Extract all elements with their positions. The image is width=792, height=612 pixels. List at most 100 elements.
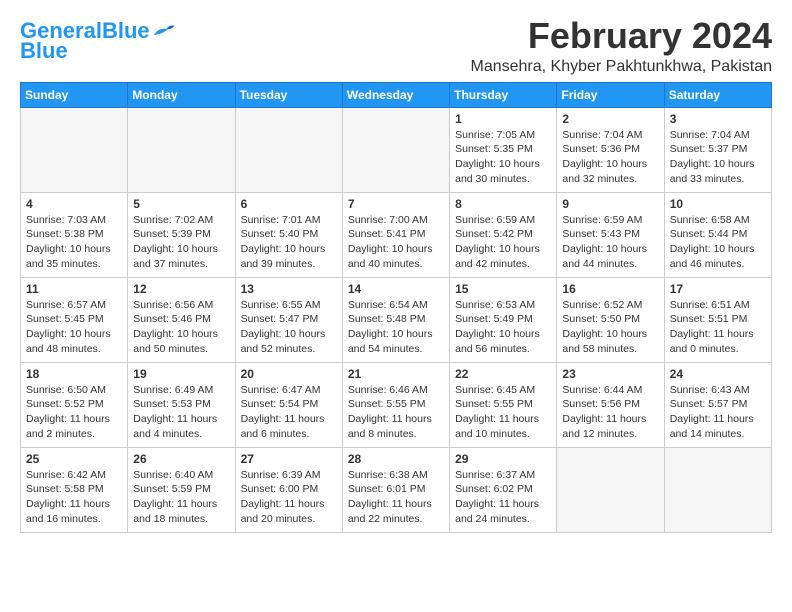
- calendar-cell: 10 Sunrise: 6:58 AMSunset: 5:44 PMDayligh…: [664, 192, 771, 277]
- day-number: 9: [562, 197, 658, 211]
- day-info: Sunrise: 6:59 AMSunset: 5:42 PMDaylight:…: [455, 213, 551, 272]
- day-info: Sunrise: 6:56 AMSunset: 5:46 PMDaylight:…: [133, 298, 229, 357]
- day-number: 27: [241, 452, 337, 466]
- calendar-cell: 18 Sunrise: 6:50 AMSunset: 5:52 PMDayligh…: [21, 362, 128, 447]
- weekday-header-friday: Friday: [557, 82, 664, 107]
- week-row-3: 11 Sunrise: 6:57 AMSunset: 5:45 PMDayligh…: [21, 277, 772, 362]
- calendar-cell: [342, 107, 449, 192]
- calendar-cell: 13 Sunrise: 6:55 AMSunset: 5:47 PMDayligh…: [235, 277, 342, 362]
- calendar-cell: 16 Sunrise: 6:52 AMSunset: 5:50 PMDayligh…: [557, 277, 664, 362]
- day-info: Sunrise: 6:51 AMSunset: 5:51 PMDaylight:…: [670, 298, 766, 357]
- day-info: Sunrise: 6:54 AMSunset: 5:48 PMDaylight:…: [348, 298, 444, 357]
- day-info: Sunrise: 7:05 AMSunset: 5:35 PMDaylight:…: [455, 128, 551, 187]
- day-number: 28: [348, 452, 444, 466]
- calendar-cell: 9 Sunrise: 6:59 AMSunset: 5:43 PMDaylight…: [557, 192, 664, 277]
- logo-bird-icon: [152, 20, 176, 42]
- day-info: Sunrise: 7:03 AMSunset: 5:38 PMDaylight:…: [26, 213, 122, 272]
- week-row-1: 1 Sunrise: 7:05 AMSunset: 5:35 PMDaylight…: [21, 107, 772, 192]
- weekday-header-monday: Monday: [128, 82, 235, 107]
- day-number: 14: [348, 282, 444, 296]
- calendar-cell: 3 Sunrise: 7:04 AMSunset: 5:37 PMDaylight…: [664, 107, 771, 192]
- calendar-cell: 24 Sunrise: 6:43 AMSunset: 5:57 PMDayligh…: [664, 362, 771, 447]
- day-number: 12: [133, 282, 229, 296]
- calendar-cell: 11 Sunrise: 6:57 AMSunset: 5:45 PMDayligh…: [21, 277, 128, 362]
- week-row-2: 4 Sunrise: 7:03 AMSunset: 5:38 PMDaylight…: [21, 192, 772, 277]
- day-number: 15: [455, 282, 551, 296]
- day-info: Sunrise: 6:39 AMSunset: 6:00 PMDaylight:…: [241, 468, 337, 527]
- day-info: Sunrise: 6:58 AMSunset: 5:44 PMDaylight:…: [670, 213, 766, 272]
- day-info: Sunrise: 6:59 AMSunset: 5:43 PMDaylight:…: [562, 213, 658, 272]
- calendar-cell: [664, 447, 771, 532]
- day-info: Sunrise: 6:46 AMSunset: 5:55 PMDaylight:…: [348, 383, 444, 442]
- weekday-header-saturday: Saturday: [664, 82, 771, 107]
- day-number: 16: [562, 282, 658, 296]
- calendar-cell: [128, 107, 235, 192]
- day-info: Sunrise: 6:49 AMSunset: 5:53 PMDaylight:…: [133, 383, 229, 442]
- day-number: 19: [133, 367, 229, 381]
- location-title: Mansehra, Khyber Pakhtunkhwa, Pakistan: [471, 58, 773, 76]
- day-info: Sunrise: 6:40 AMSunset: 5:59 PMDaylight:…: [133, 468, 229, 527]
- weekday-header-thursday: Thursday: [450, 82, 557, 107]
- page-header: GeneralBlue Blue February 2024 Mansehra,…: [20, 16, 772, 76]
- calendar-cell: 23Sunrise: 6:44 AMSunset: 5:56 PMDayligh…: [557, 362, 664, 447]
- calendar-cell: 28Sunrise: 6:38 AMSunset: 6:01 PMDayligh…: [342, 447, 449, 532]
- day-info: Sunrise: 6:53 AMSunset: 5:49 PMDaylight:…: [455, 298, 551, 357]
- day-number: 26: [133, 452, 229, 466]
- calendar-cell: 27 Sunrise: 6:39 AMSunset: 6:00 PMDayligh…: [235, 447, 342, 532]
- calendar-cell: 6Sunrise: 7:01 AMSunset: 5:40 PMDaylight…: [235, 192, 342, 277]
- day-info: Sunrise: 7:00 AMSunset: 5:41 PMDaylight:…: [348, 213, 444, 272]
- day-number: 24: [670, 367, 766, 381]
- day-info: Sunrise: 6:43 AMSunset: 5:57 PMDaylight:…: [670, 383, 766, 442]
- calendar-cell: 7 Sunrise: 7:00 AMSunset: 5:41 PMDaylight…: [342, 192, 449, 277]
- calendar-cell: 4 Sunrise: 7:03 AMSunset: 5:38 PMDaylight…: [21, 192, 128, 277]
- calendar-cell: 26 Sunrise: 6:40 AMSunset: 5:59 PMDayligh…: [128, 447, 235, 532]
- day-number: 6: [241, 197, 337, 211]
- day-number: 18: [26, 367, 122, 381]
- calendar-cell: 15 Sunrise: 6:53 AMSunset: 5:49 PMDayligh…: [450, 277, 557, 362]
- day-number: 13: [241, 282, 337, 296]
- weekday-header-wednesday: Wednesday: [342, 82, 449, 107]
- week-row-4: 18 Sunrise: 6:50 AMSunset: 5:52 PMDayligh…: [21, 362, 772, 447]
- calendar-cell: 8Sunrise: 6:59 AMSunset: 5:42 PMDaylight…: [450, 192, 557, 277]
- day-number: 29: [455, 452, 551, 466]
- day-info: Sunrise: 6:55 AMSunset: 5:47 PMDaylight:…: [241, 298, 337, 357]
- day-number: 22: [455, 367, 551, 381]
- day-info: Sunrise: 6:47 AMSunset: 5:54 PMDaylight:…: [241, 383, 337, 442]
- day-number: 2: [562, 112, 658, 126]
- calendar-cell: 2 Sunrise: 7:04 AMSunset: 5:36 PMDaylight…: [557, 107, 664, 192]
- calendar-cell: [557, 447, 664, 532]
- day-number: 4: [26, 197, 122, 211]
- day-info: Sunrise: 6:50 AMSunset: 5:52 PMDaylight:…: [26, 383, 122, 442]
- day-number: 10: [670, 197, 766, 211]
- calendar-cell: 19 Sunrise: 6:49 AMSunset: 5:53 PMDayligh…: [128, 362, 235, 447]
- day-info: Sunrise: 7:04 AMSunset: 5:36 PMDaylight:…: [562, 128, 658, 187]
- calendar-cell: 21 Sunrise: 6:46 AMSunset: 5:55 PMDayligh…: [342, 362, 449, 447]
- day-number: 17: [670, 282, 766, 296]
- calendar-cell: 29Sunrise: 6:37 AMSunset: 6:02 PMDayligh…: [450, 447, 557, 532]
- calendar-table: SundayMondayTuesdayWednesdayThursdayFrid…: [20, 82, 772, 533]
- calendar-cell: 17 Sunrise: 6:51 AMSunset: 5:51 PMDayligh…: [664, 277, 771, 362]
- week-row-5: 25 Sunrise: 6:42 AMSunset: 5:58 PMDayligh…: [21, 447, 772, 532]
- day-info: Sunrise: 6:42 AMSunset: 5:58 PMDaylight:…: [26, 468, 122, 527]
- day-number: 21: [348, 367, 444, 381]
- weekday-header-tuesday: Tuesday: [235, 82, 342, 107]
- calendar-cell: 5Sunrise: 7:02 AMSunset: 5:39 PMDaylight…: [128, 192, 235, 277]
- calendar-cell: 20 Sunrise: 6:47 AMSunset: 5:54 PMDayligh…: [235, 362, 342, 447]
- day-number: 11: [26, 282, 122, 296]
- title-block: February 2024 Mansehra, Khyber Pakhtunkh…: [471, 16, 773, 76]
- day-number: 5: [133, 197, 229, 211]
- day-info: Sunrise: 7:04 AMSunset: 5:37 PMDaylight:…: [670, 128, 766, 187]
- day-number: 20: [241, 367, 337, 381]
- day-number: 3: [670, 112, 766, 126]
- calendar-cell: 14 Sunrise: 6:54 AMSunset: 5:48 PMDayligh…: [342, 277, 449, 362]
- calendar-cell: 1 Sunrise: 7:05 AMSunset: 5:35 PMDaylight…: [450, 107, 557, 192]
- day-number: 1: [455, 112, 551, 126]
- day-info: Sunrise: 6:44 AMSunset: 5:56 PMDaylight:…: [562, 383, 658, 442]
- calendar-cell: [235, 107, 342, 192]
- day-number: 25: [26, 452, 122, 466]
- day-number: 7: [348, 197, 444, 211]
- day-info: Sunrise: 6:52 AMSunset: 5:50 PMDaylight:…: [562, 298, 658, 357]
- month-title: February 2024: [471, 16, 773, 56]
- day-info: Sunrise: 6:57 AMSunset: 5:45 PMDaylight:…: [26, 298, 122, 357]
- calendar-cell: [21, 107, 128, 192]
